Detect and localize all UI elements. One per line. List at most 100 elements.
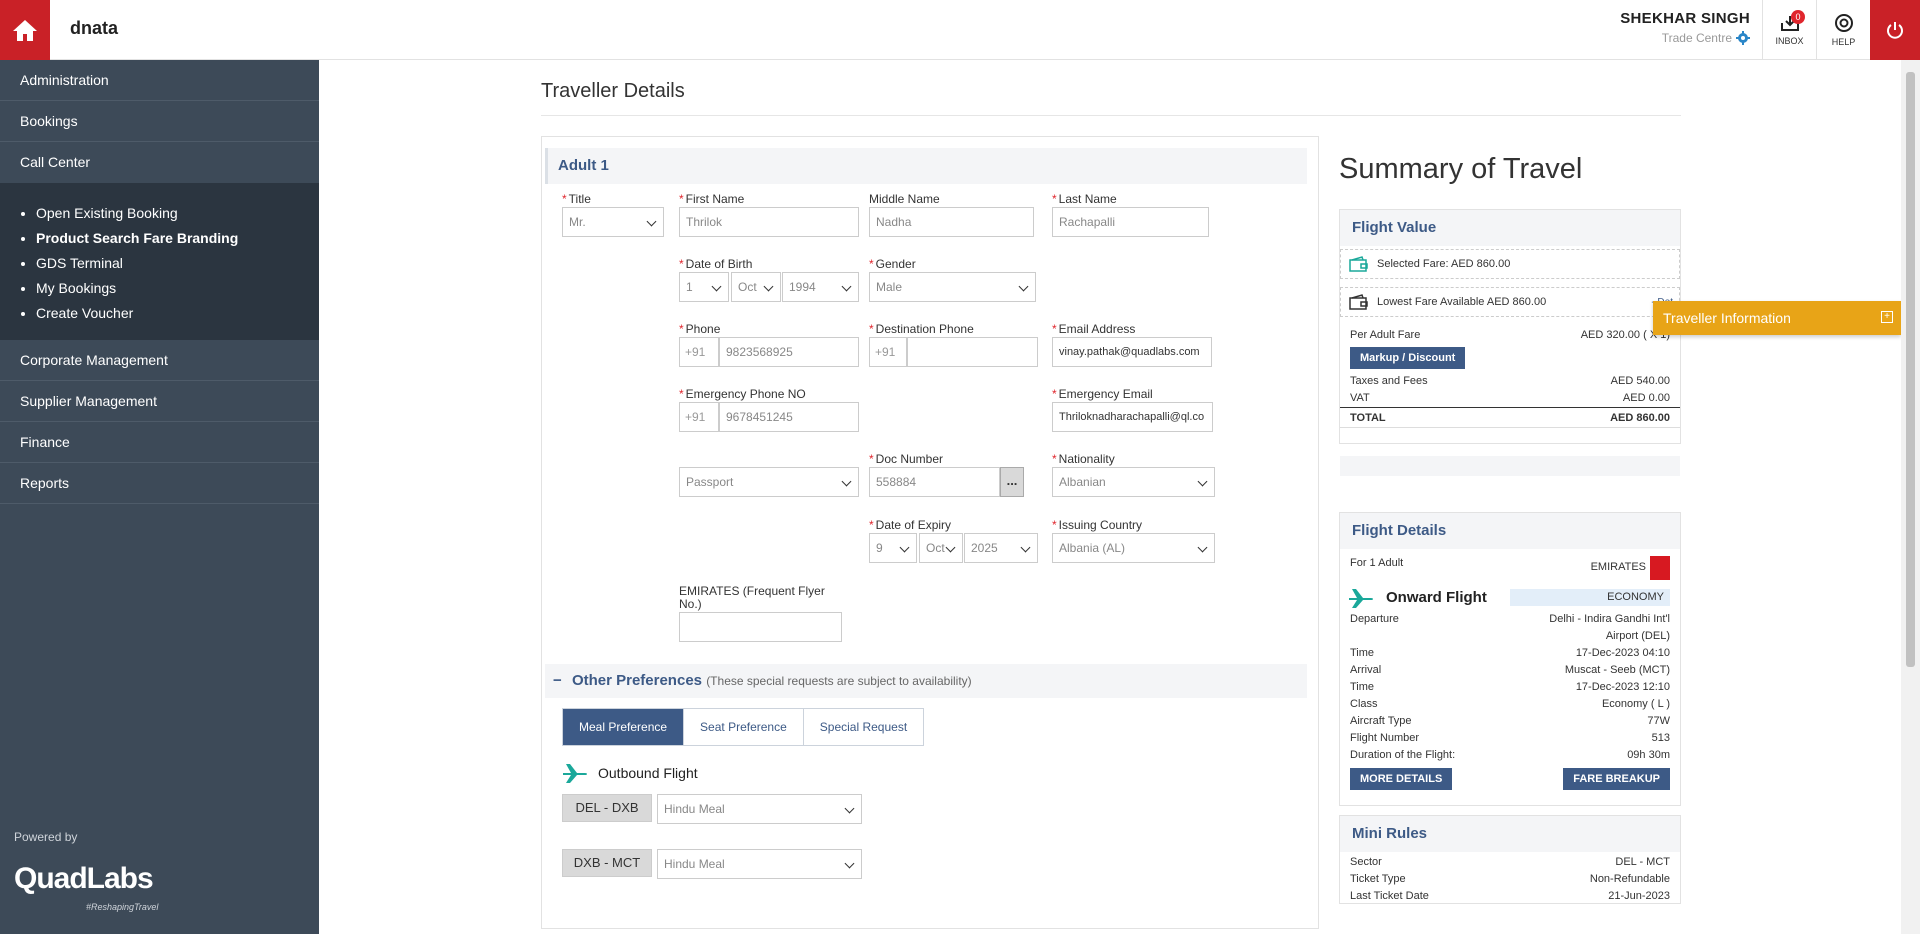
airplane-icon	[563, 764, 587, 783]
flight-value-heading: Flight Value	[1340, 210, 1680, 246]
more-details-button[interactable]: MORE DETAILS	[1350, 768, 1453, 790]
dob-month-select[interactable]: Oct	[731, 272, 781, 302]
top-bar: dnata SHEKHAR SINGH Trade Centre 0 INBOX…	[0, 0, 1920, 60]
dob-day-select[interactable]: 1	[679, 272, 729, 302]
sidebar-item-administration[interactable]: Administration	[0, 60, 319, 101]
other-preferences-heading[interactable]: − Other Preferences (These special reque…	[545, 664, 1307, 698]
flight-info-row: Time 17-Dec-2023 04:10	[1350, 647, 1670, 659]
ffn-label-line2: No.)	[679, 597, 702, 611]
destination-phone-code[interactable]: +91	[869, 337, 907, 367]
doc-number-input[interactable]: 558884	[869, 467, 1000, 497]
submenu-create-voucher[interactable]: Create Voucher	[36, 301, 319, 326]
power-icon	[1887, 22, 1903, 39]
flight-info-row: Time 17-Dec-2023 12:10	[1350, 681, 1670, 693]
panel-spacer	[1340, 456, 1680, 476]
sidebar-item-supplier-management[interactable]: Supplier Management	[0, 381, 319, 422]
expiry-month-select[interactable]: Oct	[919, 533, 963, 563]
doc-type-select[interactable]: Passport	[679, 467, 859, 497]
emergency-email-input[interactable]: Thriloknadharachapalli@ql.co	[1052, 402, 1213, 432]
total-row: TOTAL AED 860.00	[1340, 408, 1680, 428]
emergency-phone-label: * Emergency Phone NO	[679, 387, 806, 401]
sidebar-item-call-center[interactable]: Call Center	[0, 142, 319, 183]
tab-seat-preference[interactable]: Seat Preference	[684, 709, 804, 745]
inbox-label: INBOX	[1775, 36, 1804, 46]
destination-phone-input[interactable]	[907, 337, 1038, 367]
tab-meal-preference[interactable]: Meal Preference	[563, 709, 685, 745]
rule-row: Sector DEL - MCT	[1350, 856, 1670, 868]
doc-more-button[interactable]: ...	[1000, 467, 1024, 497]
flight-info-row: Departure Delhi - Indira Gandhi Int'l	[1350, 613, 1670, 625]
issuing-country-select[interactable]: Albania (AL)	[1052, 533, 1215, 563]
gender-select[interactable]: Male	[869, 272, 1036, 302]
lowest-fare: Lowest Fare Available AED 860.00	[1377, 296, 1547, 308]
nationality-select[interactable]: Albanian	[1052, 467, 1215, 497]
flight-info-row: Airport (DEL)	[1605, 630, 1670, 642]
sidebar-item-reports[interactable]: Reports	[0, 463, 319, 504]
outbound-flight-header: Outbound Flight	[562, 762, 698, 784]
emergency-phone-input[interactable]: 9678451245	[719, 402, 859, 432]
cabin-class: ECONOMY	[1510, 589, 1670, 606]
collapse-toggle[interactable]: −	[553, 672, 562, 689]
outbound-flight-label: Outbound Flight	[598, 765, 698, 781]
inbox-badge: 0	[1791, 10, 1805, 24]
meal-select[interactable]: Hindu Meal	[657, 849, 862, 879]
first-name-input[interactable]: Thrilok	[679, 207, 859, 237]
expiry-day-select[interactable]: 9	[869, 533, 917, 563]
first-name-label: * First Name	[679, 192, 745, 206]
flight-details-panel: Flight Details For 1 Adult EMIRATES Onwa…	[1339, 512, 1681, 806]
logout-button[interactable]	[1870, 0, 1920, 60]
phone-input[interactable]: 9823568925	[719, 337, 859, 367]
home-icon	[13, 20, 37, 41]
last-name-input[interactable]: Rachapalli	[1052, 207, 1209, 237]
other-preferences-note: (These special requests are subject to a…	[706, 674, 972, 688]
gear-icon[interactable]	[1736, 31, 1750, 45]
doc-number-label: * Doc Number	[869, 452, 944, 466]
rule-row: Last Ticket Date 21-Jun-2023	[1350, 890, 1670, 902]
submenu-product-search-fare-branding[interactable]: Product Search Fare Branding	[36, 226, 319, 251]
phone-label: * Phone	[679, 322, 721, 336]
page-scrollbar[interactable]	[1901, 60, 1920, 934]
flight-info-row: Aircraft Type 77W	[1350, 715, 1670, 727]
emergency-email-label: * Emergency Email	[1052, 387, 1153, 401]
call-center-submenu: Open Existing Booking Product Search Far…	[0, 183, 319, 340]
per-adult-row: Per Adult Fare AED 320.00 ( X 1)	[1350, 329, 1670, 341]
dob-year-select[interactable]: 1994	[782, 272, 859, 302]
other-preferences-title: Other Preferences	[571, 672, 703, 689]
email-input[interactable]: vinay.pathak@quadlabs.com	[1052, 337, 1212, 367]
destination-phone-label: * Destination Phone	[869, 322, 974, 336]
user-block[interactable]: SHEKHAR SINGH Trade Centre	[1620, 10, 1750, 45]
sidebar: Administration Bookings Call Center Open…	[0, 60, 319, 934]
flight-info-row: Duration of the Flight: 09h 30m	[1350, 749, 1670, 761]
submenu-my-bookings[interactable]: My Bookings	[36, 276, 319, 301]
scrollbar-thumb[interactable]	[1906, 72, 1915, 667]
segment-route: DEL - DXB	[562, 794, 652, 822]
inbox-button[interactable]: 0 INBOX	[1762, 0, 1816, 60]
expand-icon[interactable]: +	[1881, 311, 1893, 323]
gender-label: * Gender	[869, 257, 916, 271]
meal-select[interactable]: Hindu Meal	[657, 794, 862, 824]
traveller-information-label: Traveller Information	[1663, 310, 1791, 326]
adult-section-heading: Adult 1	[545, 148, 1307, 184]
fare-breakup-button[interactable]: FARE BREAKUP	[1563, 768, 1670, 790]
submenu-open-existing-booking[interactable]: Open Existing Booking	[36, 201, 319, 226]
user-location: Trade Centre	[1620, 31, 1750, 45]
flight-actions: MORE DETAILS FARE BREAKUP	[1340, 764, 1680, 790]
middle-name-input[interactable]: Nadha	[869, 207, 1034, 237]
emergency-phone-code[interactable]: +91	[679, 402, 719, 432]
expiry-year-select[interactable]: 2025	[964, 533, 1038, 563]
sidebar-item-bookings[interactable]: Bookings	[0, 101, 319, 142]
phone-code[interactable]: +91	[679, 337, 719, 367]
submenu-gds-terminal[interactable]: GDS Terminal	[36, 251, 319, 276]
ffn-input[interactable]	[679, 612, 842, 642]
sidebar-item-corporate-management[interactable]: Corporate Management	[0, 340, 319, 381]
home-button[interactable]	[0, 0, 50, 60]
flight-info-row: Class Economy ( L )	[1350, 698, 1670, 710]
expiry-label: * Date of Expiry	[869, 518, 952, 532]
tab-special-request[interactable]: Special Request	[803, 709, 924, 745]
help-button[interactable]: HELP	[1816, 0, 1870, 60]
markup-discount-button[interactable]: Markup / Discount	[1350, 347, 1466, 369]
traveller-information-tab[interactable]: Traveller Information +	[1653, 301, 1901, 335]
mini-rules-heading: Mini Rules	[1340, 816, 1680, 852]
sidebar-item-finance[interactable]: Finance	[0, 422, 319, 463]
title-select[interactable]: Mr.	[562, 207, 664, 237]
